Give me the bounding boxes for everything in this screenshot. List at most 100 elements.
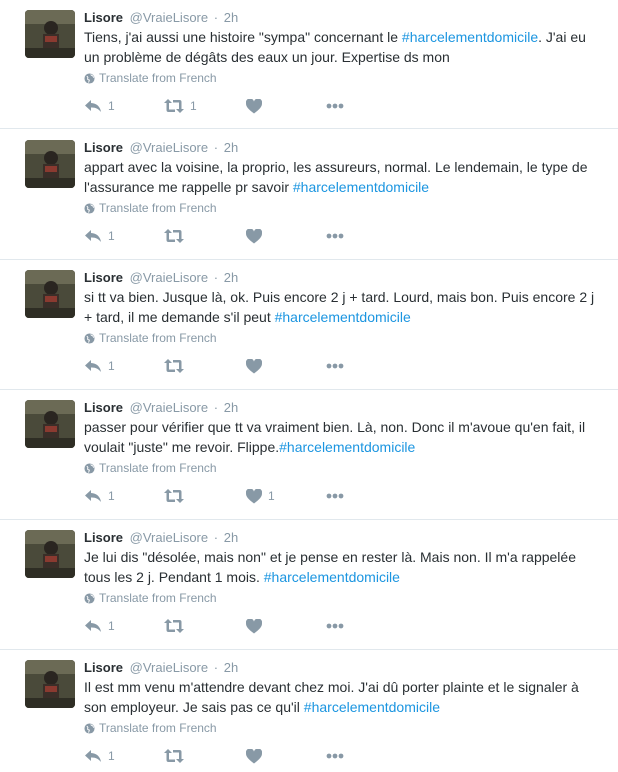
heart-icon (246, 618, 262, 633)
retweet-icon (164, 749, 184, 763)
tweet-timeline: Lisore @VraieLisore · 2h Tiens, j'ai aus… (0, 0, 618, 772)
like-button[interactable]: 1 (246, 487, 275, 505)
translate-label: Translate from French (99, 201, 217, 215)
author-handle[interactable]: @VraieLisore (130, 10, 208, 25)
author-handle[interactable]: @VraieLisore (130, 530, 208, 545)
reply-button[interactable]: 1 (84, 747, 115, 765)
retweet-button[interactable] (164, 617, 190, 635)
more-button[interactable] (326, 487, 344, 505)
tweet-text: Je lui dis "désolée, mais non" et je pen… (84, 547, 596, 587)
translate-label: Translate from French (99, 331, 217, 345)
tweet-item[interactable]: Lisore @VraieLisore · 2h si tt va bien. … (0, 260, 618, 390)
more-button[interactable] (326, 747, 344, 765)
reply-button[interactable]: 1 (84, 487, 115, 505)
tweet-item[interactable]: Lisore @VraieLisore · 2h passer pour vér… (0, 390, 618, 520)
avatar[interactable] (25, 400, 75, 448)
author-name[interactable]: Lisore (84, 530, 123, 545)
hashtag-link[interactable]: #harcelementdomicile (402, 29, 538, 45)
tweet-header: Lisore @VraieLisore · 2h (84, 400, 238, 416)
more-button[interactable] (326, 357, 344, 375)
tweet-item[interactable]: Lisore @VraieLisore · 2h appart avec la … (0, 130, 618, 260)
more-button[interactable] (326, 617, 344, 635)
tweet-text-part: Tiens, j'ai aussi une histoire "sympa" c… (84, 29, 402, 45)
retweet-icon (164, 99, 184, 113)
translate-link[interactable]: Translate from French (84, 201, 217, 215)
hashtag-link[interactable]: #harcelementdomicile (275, 309, 411, 325)
reply-count: 1 (108, 619, 115, 633)
more-dots-icon (326, 363, 344, 369)
avatar[interactable] (25, 140, 75, 188)
author-name[interactable]: Lisore (84, 660, 123, 675)
tweet-timestamp[interactable]: 2h (224, 270, 238, 285)
like-button[interactable] (246, 747, 268, 765)
globe-icon (84, 592, 95, 604)
reply-count: 1 (108, 749, 115, 763)
retweet-button[interactable]: 1 (164, 97, 197, 115)
tweet-item[interactable]: Lisore @VraieLisore · 2h Je lui dis "dés… (0, 520, 618, 650)
more-dots-icon (326, 493, 344, 499)
reply-button[interactable]: 1 (84, 357, 115, 375)
heart-icon (246, 228, 262, 243)
retweet-button[interactable] (164, 747, 190, 765)
globe-icon (84, 722, 95, 734)
retweet-button[interactable] (164, 227, 190, 245)
reply-arrow-icon (85, 230, 101, 242)
translate-label: Translate from French (99, 461, 217, 475)
hashtag-link[interactable]: #harcelementdomicile (304, 699, 440, 715)
header-separator: · (213, 530, 219, 545)
like-count: 1 (268, 489, 275, 503)
like-button[interactable] (246, 227, 268, 245)
reply-button[interactable]: 1 (84, 97, 115, 115)
tweet-timestamp[interactable]: 2h (224, 530, 238, 545)
author-name[interactable]: Lisore (84, 10, 123, 25)
tweet-timestamp[interactable]: 2h (224, 660, 238, 675)
avatar[interactable] (25, 530, 75, 578)
tweet-item[interactable]: Lisore @VraieLisore · 2h Tiens, j'ai aus… (0, 0, 618, 129)
author-handle[interactable]: @VraieLisore (130, 270, 208, 285)
like-button[interactable] (246, 97, 268, 115)
avatar[interactable] (25, 10, 75, 58)
avatar[interactable] (25, 660, 75, 708)
tweet-actions: 1 (84, 357, 384, 375)
tweet-actions: 1 1 (84, 487, 384, 505)
translate-link[interactable]: Translate from French (84, 71, 217, 85)
avatar[interactable] (25, 270, 75, 318)
hashtag-link[interactable]: #harcelementdomicile (264, 569, 400, 585)
tweet-text: appart avec la voisine, la proprio, les … (84, 157, 596, 197)
reply-button[interactable]: 1 (84, 227, 115, 245)
like-button[interactable] (246, 357, 268, 375)
header-separator: · (213, 660, 219, 675)
translate-link[interactable]: Translate from French (84, 331, 217, 345)
tweet-item[interactable]: Lisore @VraieLisore · 2h Il est mm venu … (0, 650, 618, 772)
tweet-timestamp[interactable]: 2h (224, 10, 238, 25)
author-name[interactable]: Lisore (84, 140, 123, 155)
header-separator: · (213, 270, 219, 285)
author-name[interactable]: Lisore (84, 270, 123, 285)
author-name[interactable]: Lisore (84, 400, 123, 415)
retweet-icon (164, 359, 184, 373)
translate-link[interactable]: Translate from French (84, 461, 217, 475)
tweet-header: Lisore @VraieLisore · 2h (84, 10, 238, 26)
tweet-text: Il est mm venu m'attendre devant chez mo… (84, 677, 596, 717)
tweet-timestamp[interactable]: 2h (224, 400, 238, 415)
tweet-actions: 1 1 (84, 97, 384, 115)
reply-arrow-icon (85, 360, 101, 372)
author-handle[interactable]: @VraieLisore (130, 400, 208, 415)
author-handle[interactable]: @VraieLisore (130, 140, 208, 155)
header-separator: · (213, 400, 219, 415)
author-handle[interactable]: @VraieLisore (130, 660, 208, 675)
more-button[interactable] (326, 97, 344, 115)
more-button[interactable] (326, 227, 344, 245)
more-dots-icon (326, 623, 344, 629)
translate-link[interactable]: Translate from French (84, 721, 217, 735)
reply-arrow-icon (85, 620, 101, 632)
tweet-header: Lisore @VraieLisore · 2h (84, 270, 238, 286)
retweet-button[interactable] (164, 357, 190, 375)
hashtag-link[interactable]: #harcelementdomicile (293, 179, 429, 195)
like-button[interactable] (246, 617, 268, 635)
translate-link[interactable]: Translate from French (84, 591, 217, 605)
tweet-timestamp[interactable]: 2h (224, 140, 238, 155)
retweet-button[interactable] (164, 487, 190, 505)
reply-button[interactable]: 1 (84, 617, 115, 635)
hashtag-link[interactable]: #harcelementdomicile (279, 439, 415, 455)
